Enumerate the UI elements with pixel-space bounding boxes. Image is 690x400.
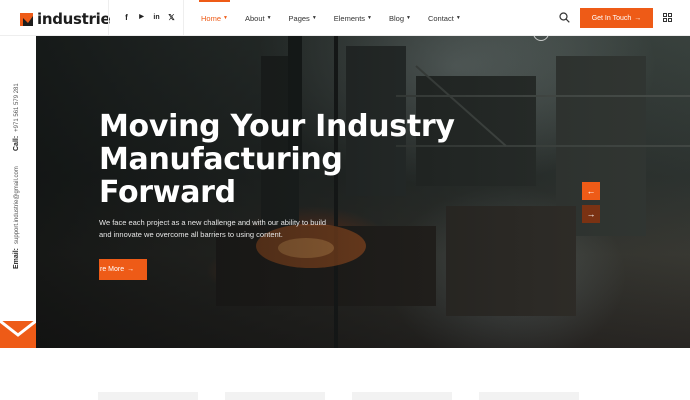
feature-card xyxy=(352,392,452,400)
nav-item-label: Blog xyxy=(388,13,404,23)
social-links: f ▶ in 𝕏 xyxy=(122,12,176,23)
hero-title: Moving Your Industry Manufacturing Forwa… xyxy=(99,110,459,209)
site-header: industrie f ▶ in 𝕏 Home ▼ About ▼ Pages ▼ E… xyxy=(0,0,690,36)
facebook-icon[interactable]: f xyxy=(122,12,131,23)
hero-title-line: Forward xyxy=(99,175,236,210)
hero-banner: Moving Your Industry Manufacturing Forwa… xyxy=(36,36,690,348)
nav-item-label: Contact xyxy=(427,13,454,23)
feature-card xyxy=(98,392,198,400)
nav-item-about[interactable]: About ▼ xyxy=(245,0,272,36)
chevron-down-icon: ▼ xyxy=(367,15,372,21)
header-divider xyxy=(183,0,184,36)
nav-item-contact[interactable]: Contact ▼ xyxy=(428,0,461,36)
hero-description: We face each project as a new challenge … xyxy=(99,218,327,239)
logo[interactable]: industrie xyxy=(20,10,111,28)
nav-item-home[interactable]: Home ▼ xyxy=(199,0,230,36)
email-value[interactable]: support.industrie@gmail.com xyxy=(14,166,20,244)
feature-card xyxy=(479,392,579,400)
nav-item-pages[interactable]: Pages ▼ xyxy=(289,0,317,36)
youtube-icon[interactable]: ▶ xyxy=(137,12,146,23)
hero-title-line: Manufacturing xyxy=(99,142,343,177)
chevron-down-icon: ▼ xyxy=(455,15,461,21)
read-more-button[interactable]: re More → xyxy=(99,259,147,280)
chevron-down-icon xyxy=(0,321,36,337)
nav-item-label: Home xyxy=(201,13,222,23)
slider-next-button[interactable]: → xyxy=(582,205,600,223)
read-more-label: re More xyxy=(100,266,125,273)
x-icon[interactable]: 𝕏 xyxy=(167,12,176,23)
chevron-down-icon: ▼ xyxy=(406,15,411,21)
call-info: Call: +971 561 579 281 xyxy=(13,83,20,151)
nav-item-elements[interactable]: Elements ▼ xyxy=(334,0,372,36)
logo-text: industrie xyxy=(37,10,111,28)
hero-title-line: Moving Your Industry xyxy=(99,109,455,144)
slider-prev-button[interactable]: ← xyxy=(582,182,600,200)
header-divider xyxy=(108,0,109,36)
arrow-right-icon: → xyxy=(634,14,642,22)
linkedin-icon[interactable]: in xyxy=(152,12,161,23)
get-in-touch-button[interactable]: Get In Touch → xyxy=(580,8,653,28)
search-icon[interactable] xyxy=(559,12,570,23)
logo-icon xyxy=(20,12,33,26)
chevron-down-icon: ▼ xyxy=(223,15,228,21)
get-in-touch-label: Get In Touch xyxy=(591,14,632,22)
rail-badge xyxy=(0,321,36,348)
contact-rail: Call: +971 561 579 281 Email: support.indu… xyxy=(0,36,36,348)
email-info: Email: support.industrie@gmail.com xyxy=(13,166,20,269)
call-label: Call: xyxy=(13,135,20,151)
chevron-down-icon: ▼ xyxy=(266,15,272,21)
nav-item-label: About xyxy=(244,13,265,23)
feature-card xyxy=(225,392,325,400)
email-label: Email: xyxy=(13,247,20,269)
call-value[interactable]: +971 561 579 281 xyxy=(14,83,20,132)
nav-item-label: Pages xyxy=(288,13,310,23)
nav-item-blog[interactable]: Blog ▼ xyxy=(389,0,411,36)
arrow-right-icon: → xyxy=(586,209,596,219)
arrow-right-icon: → xyxy=(127,266,135,273)
chevron-down-icon: ▼ xyxy=(311,15,317,21)
nav-item-label: Elements xyxy=(333,13,366,23)
main-nav: Home ▼ About ▼ Pages ▼ Elements ▼ Blog ▼ Cont… xyxy=(199,0,461,36)
arrow-left-icon: ← xyxy=(586,186,596,196)
grid-menu-icon[interactable] xyxy=(663,13,672,22)
